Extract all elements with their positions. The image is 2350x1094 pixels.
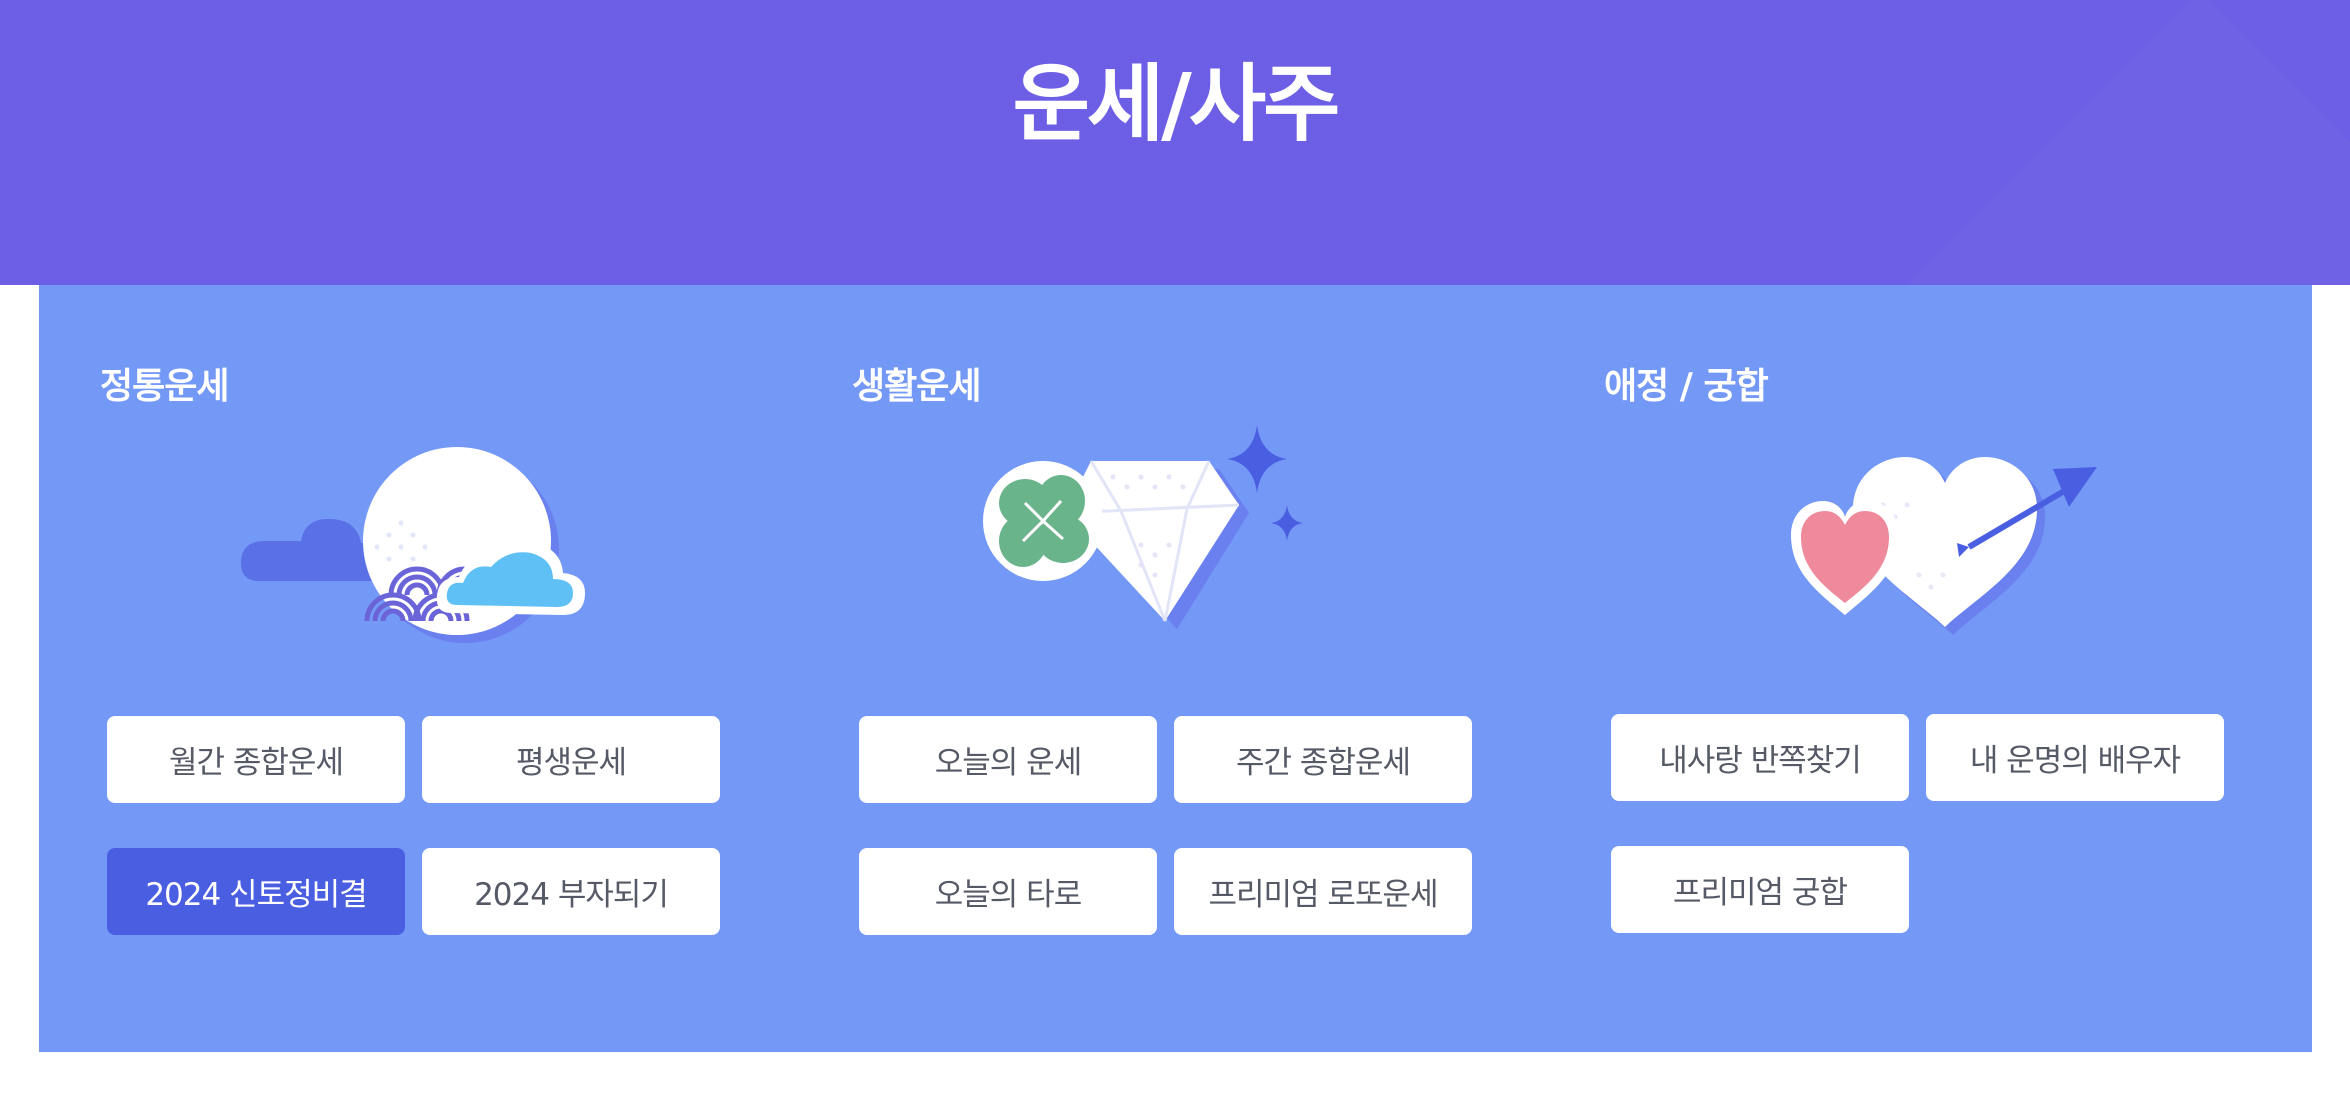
- weekly-fortune-button[interactable]: 주간 종합운세: [1174, 716, 1472, 803]
- monthly-fortune-button[interactable]: 월간 종합운세: [107, 716, 405, 803]
- section-daily-fortune: 생활운세 오늘의 운세 주간 종합운세 오늘의 타로 프리미엄 로또운세: [791, 285, 1491, 1052]
- section-traditional-fortune: 정통운세 월간 종합운세 평생운세 2024 신토정비결 2024 부자되기: [39, 285, 739, 1052]
- moon-cloud-icon: [229, 425, 609, 645]
- premium-lotto-fortune-button[interactable]: 프리미엄 로또운세: [1174, 848, 1472, 935]
- section-title: 정통운세: [100, 366, 229, 407]
- section-love-compatibility: 애정 / 궁합 내사랑 반쪽찾기 내 운명의 배우자 프리미엄 궁합: [1543, 285, 2243, 1052]
- lifetime-fortune-button[interactable]: 평생운세: [422, 716, 720, 803]
- today-fortune-button[interactable]: 오늘의 운세: [859, 716, 1157, 803]
- tojeong-2024-button[interactable]: 2024 신토정비결: [107, 848, 405, 935]
- get-rich-2024-button[interactable]: 2024 부자되기: [422, 848, 720, 935]
- hearts-arrow-icon: [1733, 425, 2113, 645]
- section-title: 생활운세: [852, 366, 981, 407]
- destined-spouse-button[interactable]: 내 운명의 배우자: [1926, 714, 2224, 801]
- section-title: 애정 / 궁합: [1604, 366, 1769, 407]
- today-tarot-button[interactable]: 오늘의 타로: [859, 848, 1157, 935]
- premium-compatibility-button[interactable]: 프리미엄 궁합: [1611, 846, 1909, 933]
- fortune-category-panel: 정통운세 월간 종합운세 평생운세 2024 신토정비결 2024 부자되기 생…: [39, 285, 2312, 1052]
- find-my-love-button[interactable]: 내사랑 반쪽찾기: [1611, 714, 1909, 801]
- clover-diamond-icon: [981, 425, 1361, 645]
- page-title: 운세/사주: [1012, 55, 1341, 153]
- page-header: 운세/사주: [0, 0, 2350, 285]
